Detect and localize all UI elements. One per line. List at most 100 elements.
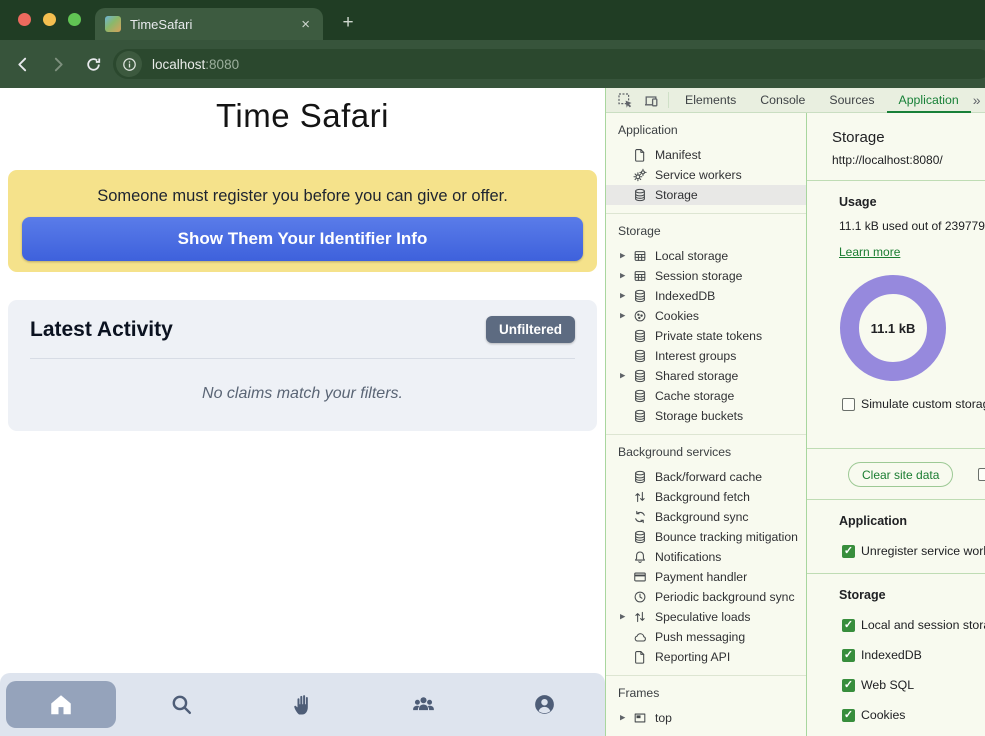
- tree-item-cookies[interactable]: ▶Cookies: [606, 306, 806, 326]
- tree-item-manifest[interactable]: Manifest: [606, 145, 806, 165]
- tree-item-label: Interest groups: [655, 349, 736, 363]
- url-host: localhost: [152, 57, 205, 72]
- address-bar[interactable]: localhost:8080: [113, 49, 985, 79]
- doc-icon: [632, 147, 648, 163]
- tree-item-label: Bounce tracking mitigation: [655, 530, 798, 544]
- forward-icon[interactable]: [46, 52, 70, 76]
- devtools-tab-application[interactable]: Application: [887, 88, 971, 113]
- checkbox-label: Web SQL: [861, 678, 914, 692]
- tree-item-label: Shared storage: [655, 369, 738, 383]
- expand-arrow-icon[interactable]: ▶: [620, 292, 632, 300]
- more-tabs-icon[interactable]: »: [971, 92, 981, 108]
- indexeddb-checkbox[interactable]: ✓: [842, 649, 855, 662]
- devtools-tab-console[interactable]: Console: [748, 88, 817, 113]
- tree-item-push-messaging[interactable]: Push messaging: [606, 627, 806, 647]
- tree-item-label: Cache storage: [655, 389, 734, 403]
- devtools-sidebar: ApplicationManifestService workersStorag…: [606, 113, 806, 736]
- panel-title: Storage: [832, 129, 985, 146]
- including-third-party-checkbox[interactable]: [978, 468, 985, 481]
- usage-donut-chart: 11.1 kB: [840, 275, 946, 381]
- tree-item-label: top: [655, 711, 672, 725]
- divider: [807, 499, 985, 500]
- simulate-quota-label: Simulate custom storage quota: [861, 397, 985, 411]
- tree-item-private-state-tokens[interactable]: Private state tokens: [606, 326, 806, 346]
- nav-item-search[interactable]: [121, 673, 242, 736]
- tree-item-storage[interactable]: Storage: [606, 185, 806, 205]
- sync-icon: [632, 509, 648, 525]
- expand-arrow-icon[interactable]: ▶: [620, 252, 632, 260]
- tree-item-periodic-background-sync[interactable]: Periodic background sync: [606, 587, 806, 607]
- tree-item-background-fetch[interactable]: Background fetch: [606, 487, 806, 507]
- close-window-button[interactable]: [18, 13, 31, 26]
- tree-item-label: Storage: [655, 188, 698, 202]
- devtools-tab-sources[interactable]: Sources: [817, 88, 886, 113]
- maximize-window-button[interactable]: [68, 13, 81, 26]
- application-checkbox-list: ✓Unregister service workers: [832, 544, 985, 558]
- local-and-session-storage-checkbox[interactable]: ✓: [842, 619, 855, 632]
- nav-item-home[interactable]: [0, 673, 121, 736]
- web-sql-checkbox[interactable]: ✓: [842, 679, 855, 692]
- new-tab-button[interactable]: +: [334, 9, 362, 37]
- tree-item-back-forward-cache[interactable]: Back/forward cache: [606, 467, 806, 487]
- tree-item-label: IndexedDB: [655, 289, 715, 303]
- db-icon: [632, 529, 648, 545]
- tab-close-icon[interactable]: ×: [298, 17, 313, 32]
- clear-site-data-row: Clear site data including third-party co…: [832, 462, 985, 487]
- expand-arrow-icon[interactable]: ▶: [620, 372, 632, 380]
- tree-item-indexeddb[interactable]: ▶ IndexedDB: [606, 286, 806, 306]
- cookies-checkbox[interactable]: ✓: [842, 709, 855, 722]
- tree-item-notifications[interactable]: Notifications: [606, 547, 806, 567]
- tree-item-storage-buckets[interactable]: Storage buckets: [606, 406, 806, 426]
- browser-tab[interactable]: TimeSafari ×: [95, 8, 323, 40]
- tree-item-service-workers[interactable]: Service workers: [606, 165, 806, 185]
- tree-item-bounce-tracking-mitigation[interactable]: Bounce tracking mitigation: [606, 527, 806, 547]
- divider: [668, 92, 669, 108]
- simulate-quota-checkbox[interactable]: [842, 398, 855, 411]
- tree-item-label: Private state tokens: [655, 329, 762, 343]
- tree-item-local-storage[interactable]: ▶Local storage: [606, 246, 806, 266]
- expand-arrow-icon[interactable]: ▶: [620, 714, 632, 722]
- nav-item-hand[interactable]: [242, 673, 363, 736]
- bell-icon: [632, 549, 648, 565]
- show-identifier-info-button[interactable]: Show Them Your Identifier Info: [22, 217, 583, 261]
- tree-item-background-sync[interactable]: Background sync: [606, 507, 806, 527]
- reload-icon[interactable]: [81, 52, 105, 76]
- device-toolbar-icon[interactable]: [638, 88, 664, 112]
- tree-item-interest-groups[interactable]: Interest groups: [606, 346, 806, 366]
- nav-active-pill: [6, 681, 116, 728]
- clear-site-data-button[interactable]: Clear site data: [848, 462, 953, 487]
- tree-item-reporting-api[interactable]: Reporting API: [606, 647, 806, 667]
- tree-item-top[interactable]: ▶ top: [606, 708, 806, 728]
- nav-item-person[interactable]: [484, 673, 605, 736]
- minimize-window-button[interactable]: [43, 13, 56, 26]
- cookie-icon: [632, 308, 648, 324]
- section-title-frames: Frames: [606, 682, 806, 704]
- inspect-element-icon[interactable]: [612, 88, 638, 112]
- tree-item-cache-storage[interactable]: Cache storage: [606, 386, 806, 406]
- devtools-tab-elements[interactable]: Elements: [673, 88, 748, 113]
- updown-icon: [632, 609, 648, 625]
- tree-item-shared-storage[interactable]: ▶ Shared storage: [606, 366, 806, 386]
- unfiltered-button[interactable]: Unfiltered: [486, 316, 575, 343]
- tree-item-label: Service workers: [655, 168, 742, 182]
- tree-item-label: Reporting API: [655, 650, 730, 664]
- tree-item-label: Periodic background sync: [655, 590, 795, 604]
- clock-icon: [632, 589, 648, 605]
- learn-more-link[interactable]: Learn more: [839, 245, 900, 259]
- back-icon[interactable]: [10, 52, 34, 76]
- tree-item-speculative-loads[interactable]: ▶Speculative loads: [606, 607, 806, 627]
- tab-title: TimeSafari: [130, 17, 298, 32]
- tree-item-payment-handler[interactable]: Payment handler: [606, 567, 806, 587]
- latest-activity-heading: Latest Activity: [30, 318, 173, 342]
- expand-arrow-icon[interactable]: ▶: [620, 613, 632, 621]
- page-content: Time Safari Someone must register you be…: [0, 88, 605, 736]
- tab-favicon: [105, 16, 121, 32]
- unregister-service-workers-checkbox[interactable]: ✓: [842, 545, 855, 558]
- tree-item-label: Back/forward cache: [655, 470, 762, 484]
- site-info-icon[interactable]: [116, 51, 142, 77]
- expand-arrow-icon[interactable]: ▶: [620, 312, 632, 320]
- sidebar-section-storage: Storage▶Local storage▶Session storage▶In…: [606, 214, 806, 435]
- nav-item-people[interactable]: [363, 673, 484, 736]
- tree-item-session-storage[interactable]: ▶Session storage: [606, 266, 806, 286]
- expand-arrow-icon[interactable]: ▶: [620, 272, 632, 280]
